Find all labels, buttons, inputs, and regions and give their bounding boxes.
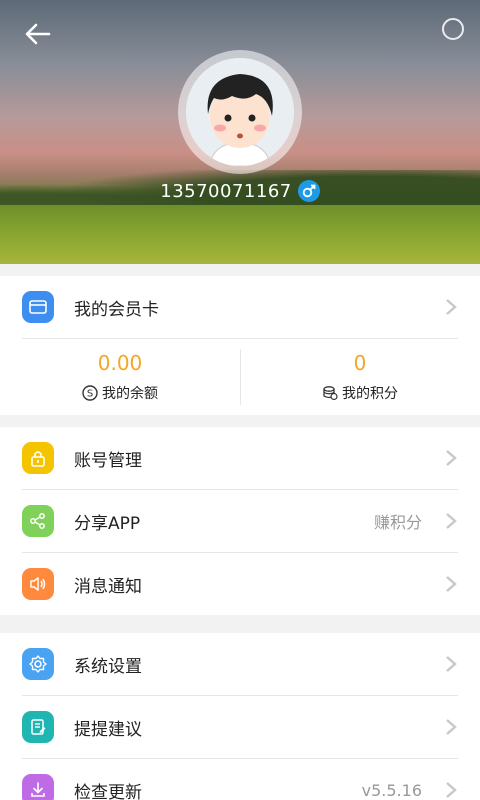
coins-stack-icon [323,386,338,401]
balance-value: 0.00 [97,351,143,375]
section-gap [0,615,480,633]
user-id-row: 13570071167 [0,180,480,202]
points-stat[interactable]: 0 我的积分 [240,339,480,415]
feedback-icon [22,711,54,743]
system-settings-label: 系统设置 [74,656,142,677]
section-gap [0,415,480,427]
chevron-right-icon [446,719,457,735]
balance-caption: S 我的余额 [82,383,158,403]
menu-group-system: 系统设置 提提建议 检查更新 v5.5.16 [0,633,480,800]
field-decoration [0,205,480,264]
account-management-row[interactable]: 账号管理 [0,427,480,489]
points-label: 我的积分 [342,386,398,402]
phone-number: 13570071167 [160,180,292,202]
share-app-row[interactable]: 分享APP 赚积分 [0,490,480,552]
system-settings-row[interactable]: 系统设置 [0,633,480,695]
points-caption: 我的积分 [322,383,398,403]
chevron-right-icon [446,299,457,315]
back-arrow-icon[interactable] [22,18,54,50]
male-gender-icon [297,180,320,202]
notifications-row[interactable]: 消息通知 [0,553,480,615]
feedback-label: 提提建议 [74,719,142,740]
check-update-row[interactable]: 检查更新 v5.5.16 [0,759,480,800]
boy-avatar-icon [186,58,294,166]
balance-stat[interactable]: 0.00 S 我的余额 [0,339,240,415]
section-gap [0,264,480,276]
earn-points-hint: 赚积分 [373,513,422,532]
chevron-right-icon [446,513,457,529]
coin-icon: S [82,385,98,401]
speaker-icon [22,568,54,600]
member-card-label: 我的会员卡 [74,299,159,320]
profile-header: 13570071167 [0,0,480,264]
member-card-section: 我的会员卡 0.00 S 我的余额 0 我的积分 [0,276,480,415]
check-update-label: 检查更新 [74,782,142,800]
share-icon [22,505,54,537]
member-card-row[interactable]: 我的会员卡 [0,276,480,338]
points-value: 0 [353,351,367,375]
version-text: v5.5.16 [361,780,422,800]
credit-card-icon [22,291,54,323]
chevron-right-icon [446,576,457,592]
share-app-label: 分享APP [74,513,141,534]
account-management-label: 账号管理 [74,450,142,471]
feedback-row[interactable]: 提提建议 [0,696,480,758]
chevron-right-icon [446,656,457,672]
menu-group-account: 账号管理 分享APP 赚积分 消息通知 [0,427,480,615]
avatar[interactable] [178,50,302,174]
gear-icon [22,648,54,680]
balance-label: 我的余额 [102,386,158,402]
lock-icon [22,442,54,474]
loading-spinner-icon [442,18,464,40]
wallet-stats: 0.00 S 我的余额 0 我的积分 [0,339,480,415]
svg-text:S: S [87,389,93,400]
notifications-label: 消息通知 [74,576,142,597]
avatar-image [186,58,294,166]
download-icon [22,774,54,800]
chevron-right-icon [446,450,457,466]
stat-separator [240,349,241,405]
chevron-right-icon [446,782,457,798]
